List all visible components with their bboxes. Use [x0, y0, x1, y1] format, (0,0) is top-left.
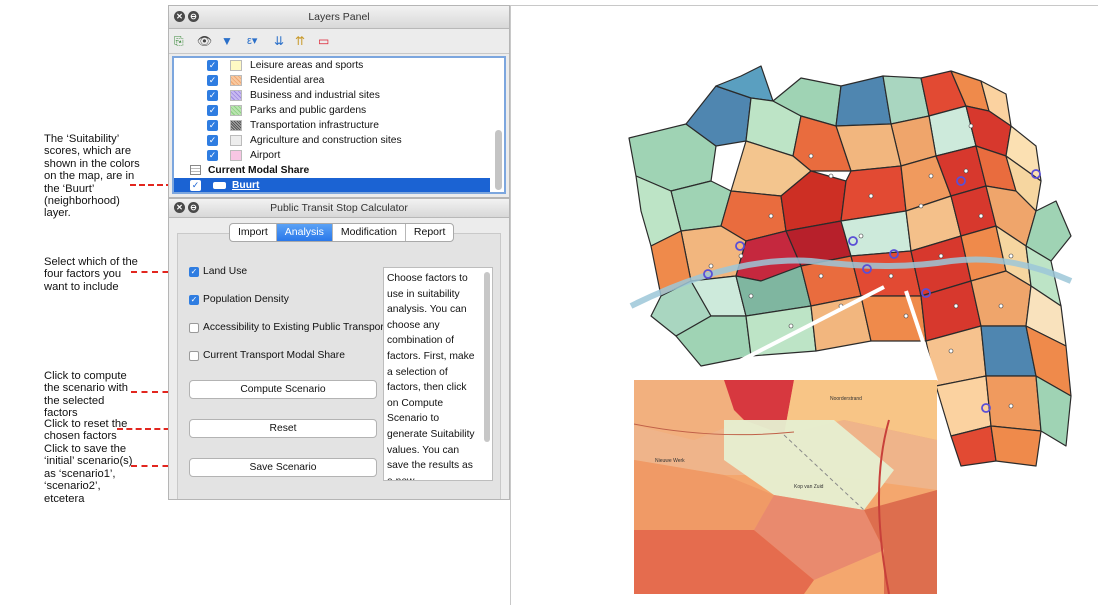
factor-label: Current Transport Modal Share [203, 350, 345, 361]
checkbox[interactable]: ✓ [189, 267, 199, 277]
remove-layer-icon[interactable]: ▭ [318, 34, 329, 48]
inset-label-kop-van-zuid: Kop van Zuid [794, 484, 824, 490]
layers-toolbar: ⎘ 👁 ▼ ε▾ ⇊ ⇈ ▭ [169, 29, 509, 54]
layer-swatch [230, 120, 242, 131]
help-scrollbar[interactable] [484, 272, 490, 442]
checkbox[interactable] [189, 351, 199, 361]
layer-checkbox[interactable]: ✓ [207, 150, 218, 161]
tab-import[interactable]: Import [230, 224, 277, 241]
layer-row-buurt[interactable]: ✓ Buurt [174, 178, 490, 192]
layer-label: Residential area [250, 75, 325, 86]
layer-row[interactable]: ✓ Transportation infrastructure [174, 118, 490, 133]
collapse-all-icon[interactable]: ⇈ [295, 34, 305, 48]
table-icon [190, 165, 201, 175]
expand-all-icon[interactable]: ⇊ [274, 34, 284, 48]
layer-checkbox[interactable]: ✓ [207, 135, 218, 146]
checkbox[interactable]: ✓ [189, 295, 199, 305]
tab-analysis[interactable]: Analysis [276, 224, 333, 241]
compute-scenario-button[interactable]: Compute Scenario [189, 380, 377, 399]
layer-checkbox[interactable]: ✓ [207, 120, 218, 131]
annotation-reset: Click to reset the chosen factors [44, 418, 128, 443]
layer-checkbox[interactable]: ✓ [207, 60, 218, 71]
calculator-panel: ✕ ⊖ Public Transit Stop Calculator Impor… [168, 198, 510, 500]
layer-tree-scrollbar[interactable] [494, 60, 503, 190]
tab-report[interactable]: Report [406, 224, 454, 241]
reset-button[interactable]: Reset [189, 419, 377, 438]
layer-swatch [230, 90, 242, 101]
layer-checkbox[interactable]: ✓ [207, 90, 218, 101]
layer-swatch [230, 60, 242, 71]
layer-checkbox[interactable]: ✓ [207, 75, 218, 86]
layer-row[interactable]: ✓ Agriculture and construction sites [174, 133, 490, 148]
arrow-to-buurt [130, 184, 172, 186]
expression-filter-icon[interactable]: ε▾ [247, 34, 257, 48]
checkbox[interactable] [189, 323, 199, 333]
calculator-titlebar: ✕ ⊖ Public Transit Stop Calculator [169, 199, 509, 218]
layer-checkbox[interactable]: ✓ [207, 105, 218, 116]
layer-tree: ✓ Leisure areas and sports ✓ Residential… [172, 56, 506, 194]
annotation-suitability: The ‘Suitability’ scores, which are show… [44, 133, 140, 220]
help-text-box[interactable]: Choose factors to use in suitability ana… [383, 267, 493, 481]
layer-row[interactable]: ✓ Residential area [174, 73, 490, 88]
save-scenario-button[interactable]: Save Scenario [189, 458, 377, 477]
layer-swatch [230, 105, 242, 116]
map-inset: Noorderstrand Nieuwe Werk Kop van Zuid [634, 380, 937, 594]
annotation-save: Click to save the ‘initial’ scenario(s) … [44, 443, 133, 505]
polygon-layer-icon [213, 182, 226, 189]
visibility-icon[interactable]: 👁 [197, 34, 212, 48]
layers-panel-title: Layers Panel [308, 11, 370, 23]
layer-swatch [230, 150, 242, 161]
layer-group-label: Current Modal Share [208, 165, 310, 176]
map-canvas[interactable]: Noorderstrand Nieuwe Werk Kop van Zuid [510, 5, 1098, 605]
calculator-title: Public Transit Stop Calculator [270, 202, 408, 214]
filter-icon[interactable]: ▼ [221, 34, 233, 48]
inset-label-noorderstrand: Noorderstrand [830, 396, 862, 402]
layer-label: Agriculture and construction sites [250, 135, 402, 146]
layer-label: Airport [250, 150, 281, 161]
layer-swatch [230, 135, 242, 146]
annotation-select-factors: Select which of the four factors you wan… [44, 256, 138, 293]
help-text: Choose factors to use in suitability ana… [387, 273, 475, 480]
layer-label: Leisure areas and sports [250, 60, 364, 71]
layer-group-row[interactable]: Current Modal Share [174, 163, 490, 178]
annotation-compute: Click to compute the scenario with the s… [44, 370, 128, 420]
add-layer-icon[interactable]: ⎘ [174, 34, 184, 48]
layer-row[interactable]: ✓ Airport [174, 148, 490, 163]
inset-label-nieuwe-werk: Nieuwe Werk [655, 458, 685, 464]
layer-row[interactable]: ✓ Leisure areas and sports [174, 58, 490, 73]
layer-checkbox[interactable]: ✓ [190, 180, 201, 191]
layer-row[interactable]: ✓ Business and industrial sites [174, 88, 490, 103]
layer-label: Parks and public gardens [250, 105, 367, 116]
layer-swatch [230, 75, 242, 86]
layers-panel: ✕ ⊖ Layers Panel ⎘ 👁 ▼ ε▾ ⇊ ⇈ ▭ ✓ Leisur… [168, 5, 510, 198]
inset-map [634, 380, 937, 594]
factor-label: Accessibility to Existing Public Transpo… [203, 322, 387, 333]
factor-label: Population Density [203, 294, 289, 305]
layers-panel-titlebar: ✕ ⊖ Layers Panel [169, 6, 509, 29]
layer-label: Buurt [232, 180, 260, 191]
tab-modification[interactable]: Modification [333, 224, 406, 241]
tab-bar: Import Analysis Modification Report [229, 223, 455, 242]
factor-label: Land Use [203, 266, 248, 277]
layer-row[interactable]: ✓ Parks and public gardens [174, 103, 490, 118]
layer-label: Business and industrial sites [250, 90, 380, 101]
layer-label: Transportation infrastructure [250, 120, 379, 131]
